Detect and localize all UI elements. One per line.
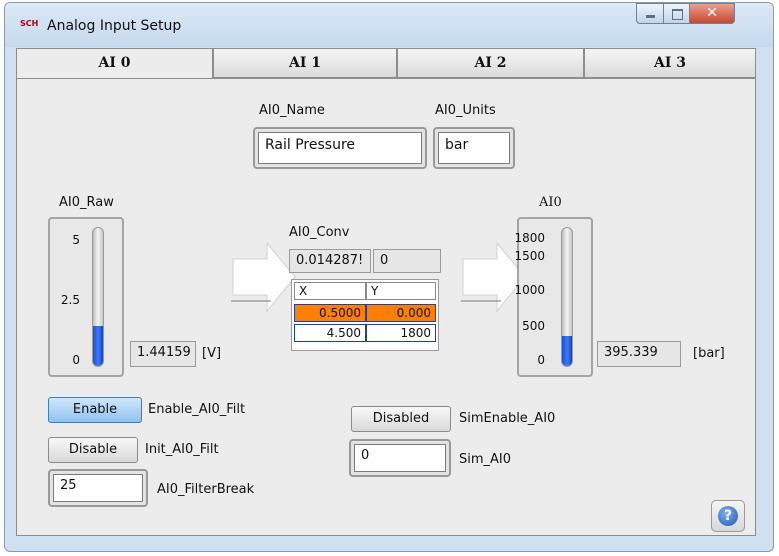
units-field-frame: bar [433,127,515,169]
raw-value-display: 1.44159 [130,341,196,367]
out-tick-500: 500 [522,319,545,333]
sim-value-label: Sim_AI0 [459,452,512,467]
output-unit-label: [bar] [693,346,725,361]
minimize-button[interactable] [636,3,663,24]
title-bar[interactable]: SCH Analog Input Setup ✕ [5,3,773,47]
table-cell-x-row1[interactable]: 0.5000 [294,304,366,322]
maximize-icon [672,9,683,20]
tab-ai3[interactable]: AI 3 [584,48,756,78]
conversion-offset-display: 0 [373,249,441,273]
maximize-button[interactable] [663,3,689,24]
raw-gauge-label: AI0_Raw [59,195,114,210]
tab-panel-ai0: AI0_Name Rail Pressure AI0_Units bar AI0… [16,78,756,536]
output-gauge: 1800 1500 1000 500 0 [514,217,593,377]
conversion-table: X Y 0.5000 0.000 4.500 1800 [291,279,439,351]
channel-tabs: AI 0 AI 1 AI 2 AI 3 [16,48,756,80]
table-cell-x-row2[interactable]: 4.500 [294,324,366,342]
sim-enable-button[interactable]: Disabled [351,406,451,432]
output-level-tube [561,227,573,367]
name-label: AI0_Name [259,103,325,118]
units-label: AI0_Units [435,103,496,118]
table-header-x: X [294,282,366,300]
out-tick-1800: 1800 [514,231,545,245]
name-input[interactable]: Rail Pressure [258,132,422,164]
raw-level-fill [93,326,103,366]
help-icon: ? [718,506,738,526]
init-filter-button[interactable]: Disable [48,437,138,463]
enable-filter-label: Enable_AI0_Filt [148,402,246,417]
table-cell-y-row1[interactable]: 0.000 [366,304,436,322]
name-field-frame: Rail Pressure [253,127,427,169]
tab-ai0[interactable]: AI 0 [16,48,213,80]
filter-break-label: AI0_FilterBreak [157,482,255,497]
filter-break-frame: 25 [48,469,148,507]
out-tick-1000: 1000 [514,283,545,297]
app-icon: SCH [20,19,39,28]
table-header-y: Y [366,282,436,300]
raw-gauge: 5 2.5 0 [48,217,124,377]
help-button[interactable]: ? [711,500,745,532]
enable-filter-button[interactable]: Enable [48,397,142,423]
init-filter-label: Init_AI0_Filt [145,442,219,457]
raw-tick-2-5: 2.5 [60,293,80,307]
tab-ai1[interactable]: AI 1 [213,48,397,78]
raw-tick-5: 5 [72,233,80,247]
raw-level-tube [92,227,104,367]
output-gauge-label: AI0 [539,195,562,210]
sim-value-input[interactable]: 0 [354,444,446,472]
table-cell-y-row2[interactable]: 1800 [366,324,436,342]
window-title: Analog Input Setup [47,18,182,34]
output-level-fill [562,336,572,366]
right-arrow-icon [231,241,296,313]
out-tick-0: 0 [537,353,545,367]
raw-tick-0: 0 [72,353,80,367]
filter-break-input[interactable]: 25 [53,474,143,502]
close-button[interactable]: ✕ [689,3,735,24]
conversion-slope-display: 0.014287! [289,249,371,273]
raw-unit-label: [V] [202,346,222,361]
conversion-label: AI0_Conv [289,225,350,240]
out-tick-1500: 1500 [514,249,545,263]
sim-enable-label: SimEnable_AI0 [459,411,556,426]
sim-value-frame: 0 [349,439,451,477]
units-input[interactable]: bar [438,132,510,164]
close-icon: ✕ [706,5,718,21]
minimize-icon [646,15,655,18]
tab-ai2[interactable]: AI 2 [397,48,584,78]
output-value-display: 395.339 [597,341,681,367]
